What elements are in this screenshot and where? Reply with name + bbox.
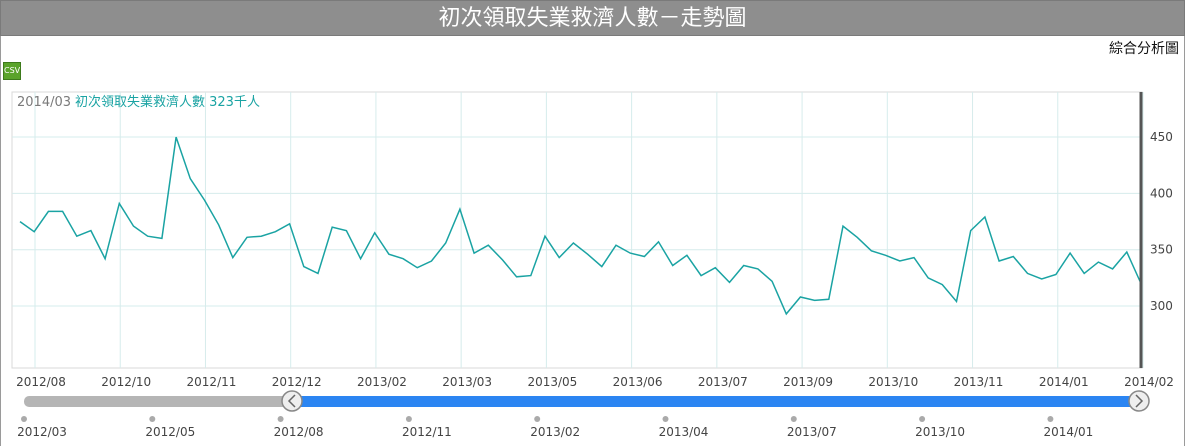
x-tick-label: 2013/11 [954, 375, 1004, 389]
info-series-value: 初次領取失業救濟人數 323千人 [75, 94, 260, 110]
navigator-dot [790, 416, 797, 422]
navigator-selection[interactable] [292, 396, 1140, 407]
x-tick-label: 2013/02 [357, 375, 407, 389]
info-period: 2014/03 [17, 95, 71, 110]
navigator-label: 2013/02 [530, 425, 580, 439]
x-tick-label: 2013/05 [527, 375, 577, 389]
navigator-label: 2012/08 [274, 425, 324, 439]
x-tick-label: 2013/09 [783, 375, 833, 389]
x-tick-label: 2012/11 [187, 375, 237, 389]
navigator-dot [277, 416, 284, 422]
y-axis-ticks: 300 350 400 450 [1150, 130, 1173, 313]
line-chart: 300 350 400 450 2012/08 2012/10 2012/11 2012/1… [11, 91, 1174, 439]
navigator-dot [534, 416, 541, 422]
navigator-dot [149, 416, 156, 422]
x-tick-label: 2012/08 [16, 375, 66, 389]
y-tick-label: 450 [1150, 130, 1173, 144]
navigator-dot [662, 416, 669, 422]
x-tick-label: 2014/01 [1039, 375, 1089, 389]
x-tick-label: 2012/12 [272, 375, 322, 389]
x-tick-label: 2014/02 [1124, 375, 1174, 389]
navigator-label: 2013/04 [659, 425, 709, 439]
navigator-right-handle[interactable] [1128, 390, 1150, 412]
y-tick-label: 300 [1150, 299, 1173, 313]
navigator-label: 2014/01 [1043, 425, 1093, 439]
navigator-label: 2013/07 [787, 425, 837, 439]
navigator-left-handle[interactable] [281, 390, 303, 412]
navigator-label: 2012/03 [17, 425, 67, 439]
navigator-label: 2013/10 [915, 425, 965, 439]
x-tick-label: 2013/10 [868, 375, 918, 389]
x-tick-label: 2012/10 [101, 375, 151, 389]
navigator-label: 2012/11 [402, 425, 452, 439]
navigator-labels: 2012/03 2012/05 2012/08 2012/11 2013/02 2013/… [17, 416, 1093, 439]
x-axis-ticks: 2012/08 2012/10 2012/11 2012/12 2013/02 2013/… [16, 375, 1174, 389]
navigator-dot [919, 416, 926, 422]
y-tick-label: 350 [1150, 243, 1173, 257]
y-tick-label: 400 [1150, 186, 1173, 200]
x-tick-label: 2013/06 [613, 375, 663, 389]
navigator-dot [405, 416, 412, 422]
navigator-dot [21, 416, 27, 422]
x-tick-label: 2013/07 [698, 375, 748, 389]
x-tick-label: 2013/03 [442, 375, 492, 389]
navigator-dot [1047, 416, 1054, 422]
navigator-label: 2012/05 [145, 425, 195, 439]
